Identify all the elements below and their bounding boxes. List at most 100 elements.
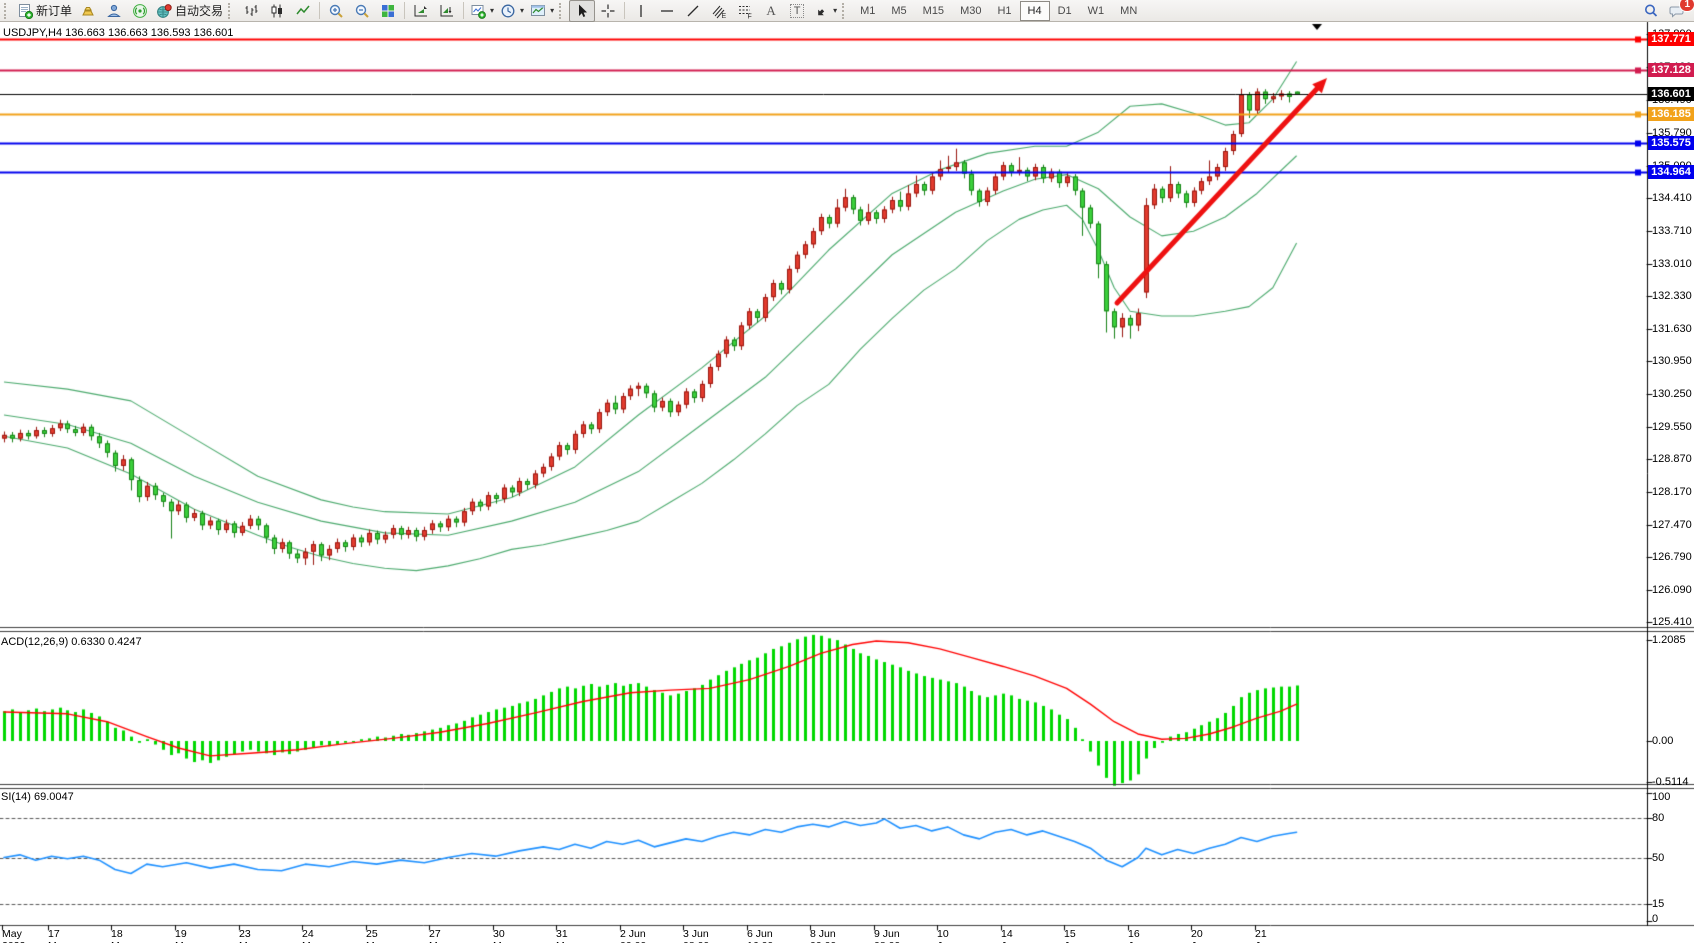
fibonacci-button[interactable]: F <box>732 0 758 22</box>
time-tick-label: 18 May 08:00 <box>111 928 137 943</box>
price-tick-label: 131.630 <box>1652 323 1692 335</box>
price-badge: 135.575 <box>1648 136 1694 150</box>
timeframe-button-h1[interactable]: H1 <box>989 1 1019 21</box>
cursor-icon <box>574 3 590 19</box>
time-tick-label: 6 Jun 16:00 <box>747 928 773 943</box>
cursor-button[interactable] <box>569 0 595 22</box>
macd-scale-label: 1.2085 <box>1652 634 1686 646</box>
price-tick-label: 133.010 <box>1652 258 1692 270</box>
time-tick-label: 25 May 16:00 <box>366 928 392 943</box>
time-tick-label: 8 Jun 00:00 <box>810 928 836 943</box>
horizontal-line-icon <box>659 3 675 19</box>
time-tick-label: 27 May 00:00 <box>429 928 455 943</box>
toolbar-grip[interactable] <box>842 3 848 19</box>
time-tick-label: 3 Jun 08:00 <box>683 928 709 943</box>
signal-button[interactable] <box>127 0 153 22</box>
text-icon: A <box>766 3 775 19</box>
timeframe-button-m1[interactable]: M1 <box>852 1 883 21</box>
chart-shift-icon <box>439 3 455 19</box>
mt4-window: 新订单 自动交易 <box>0 0 1694 943</box>
rsi-scale-label: 80 <box>1652 812 1664 824</box>
trendline-button[interactable] <box>680 0 706 22</box>
channel-letter: E <box>722 13 727 19</box>
text-button[interactable]: A <box>758 0 784 22</box>
horizontal-line-button[interactable] <box>654 0 680 22</box>
rsi-scale-label: 0 <box>1652 913 1658 925</box>
price-badge: 136.185 <box>1648 107 1694 121</box>
deposit-button[interactable] <box>75 0 101 22</box>
time-tick-label: 16 Jun 16:00 <box>1128 928 1154 943</box>
autotrade-button[interactable]: 自动交易 <box>153 0 226 22</box>
arrows-icon <box>813 3 829 19</box>
price-tick-label: 127.470 <box>1652 519 1692 531</box>
trendline-icon <box>685 3 701 19</box>
arrows-button[interactable]: ▾ <box>810 0 840 22</box>
time-tick-label: 19 May 16:00 <box>175 928 201 943</box>
accounts-button[interactable] <box>101 0 127 22</box>
crosshair-icon <box>600 3 616 19</box>
timeframe-button-mn[interactable]: MN <box>1112 1 1145 21</box>
signal-icon <box>132 3 148 19</box>
period-button[interactable]: ▾ <box>497 0 527 22</box>
template-button[interactable]: ▾ <box>527 0 557 22</box>
timeframe-button-m30[interactable]: M30 <box>952 1 989 21</box>
template-icon <box>530 3 546 19</box>
timeframe-button-m15[interactable]: M15 <box>915 1 952 21</box>
search-button[interactable] <box>1638 0 1664 22</box>
chevron-down-icon: ▾ <box>520 6 524 15</box>
text-label-button[interactable]: T <box>784 0 810 22</box>
crosshair-button[interactable] <box>595 0 621 22</box>
chart-canvas[interactable] <box>0 0 1694 943</box>
time-tick-label: 2 Jun 00:00 <box>620 928 646 943</box>
time-tick-label: 30 May 08:00 <box>493 928 519 943</box>
time-tick-label: 10 Jun 16:00 <box>937 928 963 943</box>
price-tick-label: 128.170 <box>1652 486 1692 498</box>
new-chart-button[interactable]: ▾ <box>467 0 497 22</box>
toolbar-grip[interactable] <box>559 3 565 19</box>
zoom-out-button[interactable] <box>349 0 375 22</box>
timeframe-bar: M1M5M15M30H1H4D1W1MN <box>852 1 1145 21</box>
zoom-in-button[interactable] <box>323 0 349 22</box>
toolbar-grip[interactable] <box>228 3 234 19</box>
price-badge: 134.964 <box>1648 165 1694 179</box>
bar-chart-button[interactable] <box>238 0 264 22</box>
timeframe-button-d1[interactable]: D1 <box>1050 1 1080 21</box>
zoom-in-icon <box>328 3 344 19</box>
toolbar-grip[interactable] <box>4 3 10 19</box>
chart-shift-button[interactable] <box>434 0 460 22</box>
notifications-button[interactable]: 1 <box>1664 0 1690 22</box>
timeframe-button-h4[interactable]: H4 <box>1020 1 1050 21</box>
timeframe-button-w1[interactable]: W1 <box>1080 1 1113 21</box>
accounts-icon <box>106 3 122 19</box>
candlestick-chart-button[interactable] <box>264 0 290 22</box>
new-order-label: 新订单 <box>36 2 72 19</box>
time-tick-label: 24 May 08:00 <box>302 928 328 943</box>
price-tick-label: 134.410 <box>1652 192 1692 204</box>
price-tick-label: 130.950 <box>1652 355 1692 367</box>
time-tick-label: 15 Jun 08:00 <box>1064 928 1090 943</box>
line-chart-button[interactable] <box>290 0 316 22</box>
macd-scale-label: -0.5114 <box>1652 776 1689 788</box>
equidistant-channel-button[interactable]: E <box>706 0 732 22</box>
time-tick-label: 23 May 00:00 <box>239 928 265 943</box>
price-badge: 136.601 <box>1648 87 1694 101</box>
notification-badge: 1 <box>1679 0 1694 12</box>
autotrade-label: 自动交易 <box>175 2 223 19</box>
price-tick-label: 126.090 <box>1652 584 1692 596</box>
vertical-line-button[interactable] <box>628 0 654 22</box>
macd-indicator-label: ACD(12,26,9) 0.6330 0.4247 <box>1 636 142 648</box>
timeframe-button-m5[interactable]: M5 <box>883 1 914 21</box>
text-label-icon: T <box>790 4 805 18</box>
tile-windows-button[interactable] <box>375 0 401 22</box>
bar-chart-icon <box>243 3 259 19</box>
price-tick-label: 132.330 <box>1652 290 1692 302</box>
time-tick-label: 20 Jun 00:00 <box>1191 928 1217 943</box>
auto-scroll-button[interactable] <box>408 0 434 22</box>
rsi-scale-label: 100 <box>1652 791 1670 803</box>
price-tick-label: 130.250 <box>1652 388 1692 400</box>
time-tick-label: 21 Jun 08:00 <box>1255 928 1281 943</box>
rsi-scale-label: 15 <box>1652 898 1664 910</box>
price-tick-label: 126.790 <box>1652 551 1692 563</box>
auto-scroll-icon <box>413 3 429 19</box>
new-order-button[interactable]: 新订单 <box>14 0 75 22</box>
